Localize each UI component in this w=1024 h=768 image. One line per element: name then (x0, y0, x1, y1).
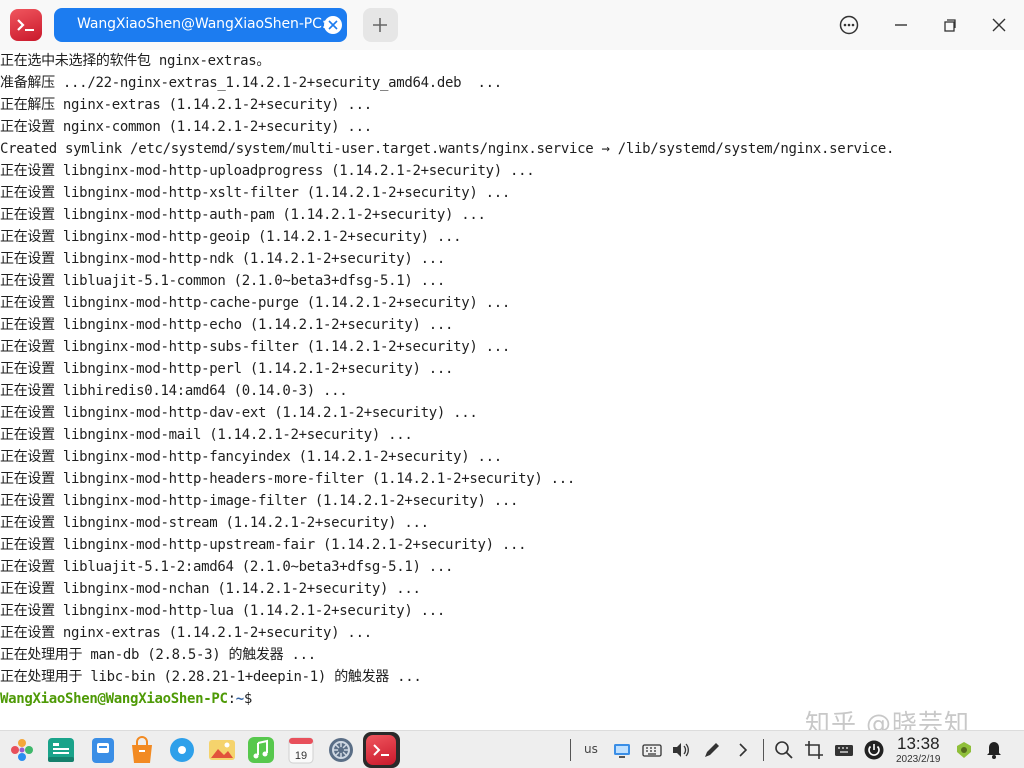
terminal-line: 正在设置 libnginx-mod-nchan (1.14.2.1-2+secu… (0, 578, 894, 600)
terminal-line: 正在设置 libnginx-mod-http-cache-purge (1.14… (0, 292, 894, 314)
tab-terminal[interactable]: WangXiaoShen@WangXiaoShen-PC: ~ (54, 8, 347, 42)
terminal-line: 正在设置 nginx-common (1.14.2.1-2+security) … (0, 116, 894, 138)
terminal-line: 正在设置 libnginx-mod-http-ndk (1.14.2.1-2+s… (0, 248, 894, 270)
terminal-line: 正在设置 nginx-extras (1.14.2.1-2+security) … (0, 622, 894, 644)
user-status-icon[interactable] (954, 740, 974, 760)
prompt-symbol: $ (244, 691, 252, 707)
terminal-line: Created symlink /etc/systemd/system/mult… (0, 138, 894, 160)
calendar-icon[interactable]: 19 (286, 735, 316, 765)
shell-prompt: WangXiaoShen@WangXiaoShen-PC:~$ (0, 688, 252, 710)
dock-divider (763, 739, 764, 761)
terminal-line: 正在设置 libnginx-mod-http-subs-filter (1.14… (0, 336, 894, 358)
title-bar: WangXiaoShen@WangXiaoShen-PC: ~ (0, 0, 1024, 50)
volume-icon[interactable] (671, 740, 691, 760)
terminal-line: 正在设置 libnginx-mod-http-echo (1.14.2.1-2+… (0, 314, 894, 336)
browser-icon[interactable] (167, 735, 197, 765)
terminal-app-logo-icon[interactable] (10, 9, 42, 41)
terminal-line: 正在设置 libnginx-mod-http-geoip (1.14.2.1-2… (0, 226, 894, 248)
terminal-line: 正在设置 libluajit-5.1-2:amd64 (2.1.0~beta3+… (0, 556, 894, 578)
dock-divider (570, 739, 571, 761)
menu-button[interactable] (834, 10, 864, 40)
terminal-line: 正在设置 libnginx-mod-http-headers-more-filt… (0, 468, 894, 490)
notification-bell-icon[interactable] (984, 740, 1004, 760)
terminal-line: 正在设置 libnginx-mod-http-xslt-filter (1.14… (0, 182, 894, 204)
terminal-line: 正在设置 libluajit-5.1-common (2.1.0~beta3+d… (0, 270, 894, 292)
terminal-line: 正在设置 libnginx-mod-http-fancyindex (1.14.… (0, 446, 894, 468)
prompt-separator: : (228, 691, 236, 707)
keyboard-icon[interactable] (642, 740, 662, 760)
image-viewer-icon[interactable] (207, 735, 237, 765)
close-button[interactable] (984, 10, 1014, 40)
terminal-line: 正在选中未选择的软件包 nginx-extras。 (0, 50, 894, 72)
prompt-user-host: WangXiaoShen@WangXiaoShen-PC (0, 691, 228, 707)
screenshot-icon[interactable] (804, 740, 824, 760)
terminal-line: 正在解压 nginx-extras (1.14.2.1-2+security) … (0, 94, 894, 116)
terminal-output[interactable]: 正在选中未选择的软件包 nginx-extras。准备解压 .../22-ngi… (0, 50, 1024, 730)
network-icon[interactable] (612, 740, 632, 760)
terminal-line: 正在设置 libnginx-mod-http-upstream-fair (1.… (0, 534, 894, 556)
software-center-icon[interactable] (127, 735, 157, 765)
maximize-button[interactable] (935, 10, 965, 40)
clock-date[interactable]: 2023/2/19 (896, 754, 941, 765)
terminal-line: 正在设置 libnginx-mod-http-lua (1.14.2.1-2+s… (0, 600, 894, 622)
music-icon[interactable] (246, 735, 276, 765)
tab-close-icon[interactable] (324, 16, 342, 34)
terminal-line: 正在设置 libnginx-mod-http-uploadprogress (1… (0, 160, 894, 182)
pen-icon[interactable] (702, 740, 722, 760)
power-icon[interactable] (864, 740, 884, 760)
new-tab-button[interactable] (363, 8, 398, 42)
terminal-icon[interactable] (366, 735, 396, 765)
keyboard-layout-indicator[interactable]: us (584, 742, 598, 756)
terminal-line: 正在处理用于 man-db (2.8.5-3) 的触发器 ... (0, 644, 894, 666)
terminal-line: 准备解压 .../22-nginx-extras_1.14.2.1-2+secu… (0, 72, 894, 94)
prompt-path: ~ (236, 691, 244, 707)
onscreen-keyboard-icon[interactable] (834, 740, 854, 760)
terminal-line: 正在设置 libnginx-mod-http-image-filter (1.1… (0, 490, 894, 512)
clock-time[interactable]: 13:38 (897, 734, 940, 754)
file-manager-icon[interactable] (46, 735, 76, 765)
calendar-day: 19 (295, 750, 307, 762)
minimize-button[interactable] (886, 10, 916, 40)
terminal-line: 正在设置 libnginx-mod-stream (1.14.2.1-2+sec… (0, 512, 894, 534)
settings-icon[interactable] (326, 735, 356, 765)
terminal-line: 正在设置 libnginx-mod-mail (1.14.2.1-2+secur… (0, 424, 894, 446)
launcher-icon[interactable] (7, 735, 37, 765)
terminal-line: 正在处理用于 libc-bin (2.28.21-1+deepin-1) 的触发… (0, 666, 894, 688)
dock: 19 us 13:38 2023/2/19 (0, 730, 1024, 768)
tab-title: WangXiaoShen@WangXiaoShen-PC: ~ (77, 16, 342, 32)
terminal-line: 正在设置 libnginx-mod-http-dav-ext (1.14.2.1… (0, 402, 894, 424)
terminal-lines: 正在选中未选择的软件包 nginx-extras。准备解压 .../22-ngi… (0, 50, 894, 688)
terminal-line: 正在设置 libnginx-mod-http-perl (1.14.2.1-2+… (0, 358, 894, 380)
terminal-line: 正在设置 libnginx-mod-http-auth-pam (1.14.2.… (0, 204, 894, 226)
terminal-line: 正在设置 libhiredis0.14:amd64 (0.14.0-3) ... (0, 380, 894, 402)
app-store-icon[interactable] (88, 735, 118, 765)
search-icon[interactable] (774, 740, 794, 760)
chevron-right-icon[interactable] (733, 740, 753, 760)
terminal-dock-active[interactable] (363, 732, 400, 768)
